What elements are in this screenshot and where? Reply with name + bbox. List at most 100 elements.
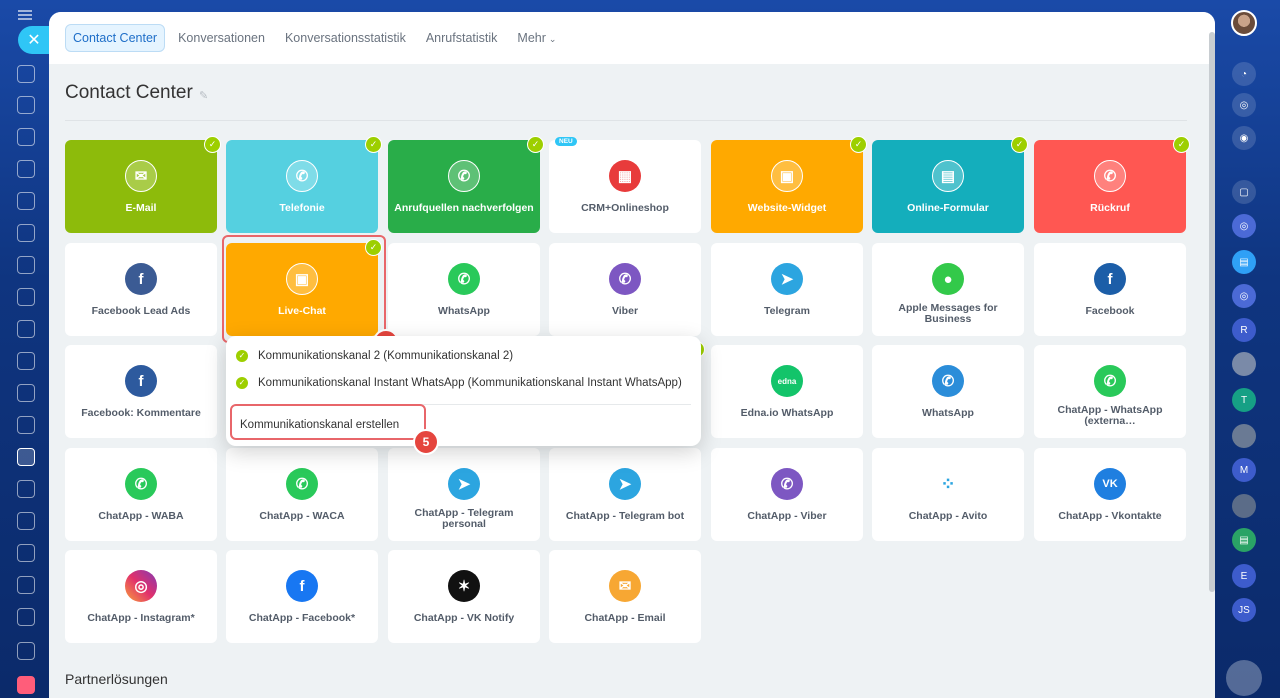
rocket-icon[interactable] [17,65,35,83]
callback-icon: ✆ [1094,160,1126,192]
app-icon[interactable] [17,676,35,694]
document-icon[interactable] [17,192,35,210]
tile-chatapp-email[interactable]: ✉ ChatApp - Email [549,550,701,643]
tile-crm-onlineshop[interactable]: ▦ CRM+Onlineshop NEU [549,137,701,233]
tile-label: ChatApp - Telegram bot [565,510,685,522]
avatar-e[interactable]: E [1232,564,1256,588]
tile-chatapp-vk-notify[interactable]: ✶ ChatApp - VK Notify [388,550,540,643]
tile-chatapp-telegram-personal[interactable]: ➤ ChatApp - Telegram personal [388,448,540,541]
chat-group-icon[interactable]: ▤ [1232,528,1256,552]
group-icon[interactable] [17,320,35,338]
message-icon[interactable]: ▤ [1232,250,1256,274]
tab-konversationsstatistik[interactable]: Konversationsstatistik [278,25,413,51]
tasks-icon[interactable] [17,224,35,242]
target-icon[interactable] [17,416,35,434]
tile-chatapp-waca[interactable]: ✆ ChatApp - WACA [226,448,378,541]
phone-icon: ✆ [286,160,318,192]
tile-facebook-lead-ads[interactable]: f Facebook Lead Ads [65,243,217,336]
telegram-icon: ➤ [609,468,641,500]
menu-icon[interactable] [18,14,32,16]
tab-konversationen[interactable]: Konversationen [171,25,272,51]
tab-contact-center[interactable]: Contact Center [65,24,166,52]
pin-icon[interactable]: ✎ [199,89,208,102]
tile-edna-whatsapp[interactable]: edna Edna.io WhatsApp [711,345,863,438]
check-icon: ✓ [204,136,221,153]
cart-icon[interactable] [17,512,35,530]
monitor-icon[interactable] [17,384,35,402]
chat-channel-icon[interactable]: ▢ [1232,180,1256,204]
calendar-icon[interactable] [17,160,35,178]
tile-label: Facebook Lead Ads [91,305,191,317]
settings-icon[interactable] [17,642,35,660]
workflow-icon[interactable] [17,352,35,370]
tile-chatapp-waba[interactable]: ✆ ChatApp - WABA [65,448,217,541]
telegram-icon: ➤ [448,468,480,500]
tile-chatapp-instagram[interactable]: ◎ ChatApp - Instagram* [65,550,217,643]
menu-bottom-button[interactable] [1226,660,1262,696]
analytics-icon[interactable] [17,480,35,498]
tile-label: ChatApp - WhatsApp (externa… [1057,404,1163,427]
bell-icon[interactable]: ◔ [1232,62,1256,86]
scrollbar[interactable] [1209,32,1215,592]
channel-item-1[interactable]: ✓ Kommunikationskanal 2 (Kommunikationsk… [236,350,513,362]
tile-viber[interactable]: ✆ Viber [549,243,701,336]
avatar-js[interactable]: JS [1232,598,1256,622]
drive-icon[interactable] [17,256,35,274]
instagram-icon: ◎ [125,570,157,602]
market-icon[interactable] [17,544,35,562]
avatar-m[interactable]: M [1232,458,1256,482]
tab-anrufstatistik[interactable]: Anrufstatistik [419,25,505,51]
whatsapp-icon: ✆ [932,365,964,397]
openline-icon-2[interactable]: ◎ [1232,284,1256,308]
top-tab-bar: Contact Center Konversationen Konversati… [49,12,1215,64]
step-5-badge: 5 [413,429,439,455]
tile-rueckruf[interactable]: ✆ Rückruf ✓ [1034,136,1190,233]
contact-center-icon[interactable] [17,448,35,466]
tile-chatapp-vkontakte[interactable]: VK ChatApp - Vkontakte [1034,448,1186,541]
tile-anrufquellen[interactable]: ✆ Anrufquellen nachverfolgen ✓ [388,136,544,233]
search-chat-icon[interactable]: ◉ [1232,126,1256,150]
check-icon: ✓ [1011,136,1028,153]
pulse-icon[interactable]: ◎ [1232,93,1256,117]
tile-telefonie[interactable]: ✆ Telefonie ✓ [226,136,382,233]
tile-facebook[interactable]: f Facebook [1034,243,1186,336]
tile-chatapp-avito[interactable]: ⁘ ChatApp - Avito [872,448,1024,541]
tile-chatapp-whatsapp-extern[interactable]: ✆ ChatApp - WhatsApp (externa… [1034,345,1186,438]
page-title: Contact Center [65,82,193,103]
tile-apple-messages[interactable]: ● Apple Messages for Business [872,243,1024,336]
tab-mehr-label: Mehr [517,31,546,45]
close-slider-button[interactable]: ✕ [18,26,50,54]
avatar-r[interactable]: R [1232,318,1256,342]
openline-icon[interactable]: ◎ [1232,214,1256,238]
channel-item-2[interactable]: ✓ Kommunikationskanal Instant WhatsApp (… [236,377,682,389]
avatar-photo-1[interactable] [1232,352,1256,376]
tile-website-widget[interactable]: ▣ Website-Widget ✓ [711,136,867,233]
user-avatar[interactable] [1231,10,1257,36]
tile-email[interactable]: ✉ E-Mail ✓ [65,136,221,233]
tile-telegram[interactable]: ➤ Telegram [711,243,863,336]
building-icon[interactable] [17,608,35,626]
tile-chatapp-viber[interactable]: ✆ ChatApp - Viber [711,448,863,541]
tile-label: ChatApp - VK Notify [413,612,515,624]
chevron-down-icon: ⌄ [548,34,557,44]
tile-whatsapp[interactable]: ✆ WhatsApp [388,243,540,336]
viber-icon: ✆ [609,263,641,295]
tile-online-formular[interactable]: ▤ Online-Formular ✓ [872,136,1028,233]
mail-icon[interactable] [17,288,35,306]
viber-icon: ✆ [771,468,803,500]
avatar-photo-3[interactable] [1232,494,1256,518]
envelope-icon: ✉ [125,160,157,192]
chat-icon[interactable] [17,128,35,146]
tile-chatapp-facebook[interactable]: f ChatApp - Facebook* [226,550,378,643]
robot-icon[interactable] [17,576,35,594]
envelope-icon: ✉ [609,570,641,602]
tile-facebook-kommentare[interactable]: f Facebook: Kommentare [65,345,217,438]
avatar-t[interactable]: T [1232,388,1256,412]
tile-chatapp-telegram-bot[interactable]: ➤ ChatApp - Telegram bot [549,448,701,541]
tile-label: E-Mail [125,202,157,214]
tile-label: Facebook: Kommentare [81,407,201,419]
tab-mehr[interactable]: Mehr ⌄ [510,25,563,51]
tile-whatsapp-2[interactable]: ✆ WhatsApp [872,345,1024,438]
avatar-photo-2[interactable] [1232,424,1256,448]
feed-icon[interactable] [17,96,35,114]
